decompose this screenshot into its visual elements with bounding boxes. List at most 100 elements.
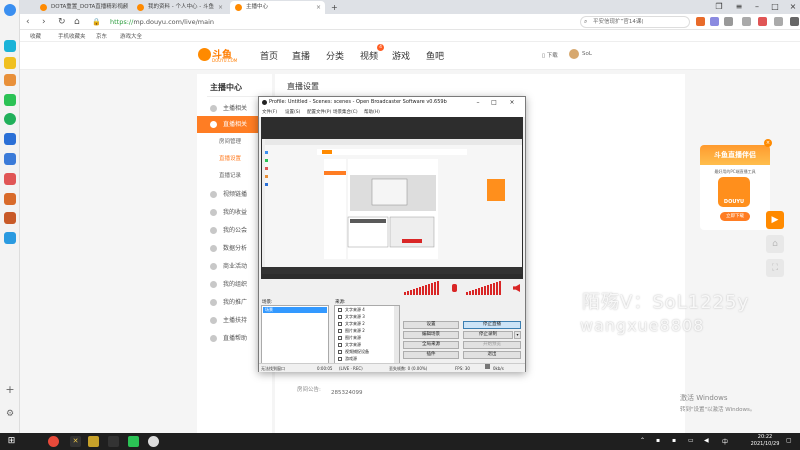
- dock-app-icon[interactable]: [4, 232, 16, 244]
- close-icon[interactable]: ×: [764, 139, 772, 147]
- username[interactable]: SoL: [582, 51, 592, 57]
- taskbar-app-icon[interactable]: [48, 436, 59, 447]
- nav-game[interactable]: 游戏: [392, 49, 410, 62]
- home-icon[interactable]: ⌂: [766, 235, 784, 253]
- home-icon[interactable]: ⌂: [74, 16, 80, 28]
- edit-scene-button[interactable]: 编辑场景: [403, 331, 459, 339]
- toolbar-ext-icon[interactable]: [758, 17, 767, 26]
- close-icon[interactable]: ×: [316, 1, 321, 14]
- play-icon[interactable]: ▶: [766, 211, 784, 229]
- nav-video[interactable]: 视频: [360, 49, 378, 62]
- checkbox[interactable]: [338, 336, 342, 340]
- browser-logo-icon[interactable]: [4, 4, 16, 16]
- chevron-down-icon[interactable]: ▾: [514, 331, 521, 339]
- taskbar-app-icon[interactable]: [108, 436, 119, 447]
- forward-icon[interactable]: ›: [42, 16, 46, 28]
- promo-card[interactable]: 斗鱼直播伴侣 最好用的PC端直播工具 DOUYU 立即下载: [700, 145, 770, 230]
- checkbox[interactable]: [338, 343, 342, 347]
- taskbar-obs-icon[interactable]: [148, 436, 159, 447]
- menu-settings[interactable]: 设置(S): [285, 108, 300, 117]
- windows-start-icon[interactable]: ⊞: [6, 436, 17, 447]
- close-icon[interactable]: ×: [218, 1, 223, 14]
- scrollbar[interactable]: [394, 306, 399, 364]
- dock-app-icon[interactable]: [4, 74, 16, 86]
- global-sources-button[interactable]: 全局来源: [403, 341, 459, 349]
- new-tab-button[interactable]: +: [328, 1, 340, 14]
- checkbox[interactable]: [338, 357, 342, 361]
- back-icon[interactable]: ‹: [26, 16, 30, 28]
- close-window-icon[interactable]: ×: [784, 0, 800, 14]
- tab-dota[interactable]: DOTA重置_DOTA直播精彩视频 ×: [35, 1, 130, 14]
- tray-icon[interactable]: ▪: [672, 437, 676, 444]
- tab-profile[interactable]: 我的资料 - 个人中心 - 斗鱼 ×: [132, 1, 227, 14]
- input-method[interactable]: 中: [722, 437, 728, 446]
- toolbar-ext-icon[interactable]: [710, 17, 719, 26]
- maximize-icon[interactable]: □: [487, 97, 501, 108]
- obs-preview[interactable]: [261, 117, 523, 279]
- dock-app-icon[interactable]: [4, 40, 16, 52]
- volume-icon[interactable]: ◀: [704, 437, 709, 444]
- bookmark-item[interactable]: 收藏: [30, 32, 41, 40]
- toolbar-ext-icon[interactable]: [696, 17, 705, 26]
- obs-titlebar[interactable]: Profile: Untitled - Scenes: scenes - Ope…: [259, 97, 525, 108]
- nav-yuba[interactable]: 鱼吧: [426, 49, 444, 62]
- stop-recording-button[interactable]: 停止录制: [463, 331, 513, 339]
- dock-app-icon[interactable]: [4, 212, 16, 224]
- star-icon[interactable]: [4, 57, 16, 69]
- dock-app-icon[interactable]: [4, 153, 16, 165]
- tray-icon[interactable]: ⌃: [640, 437, 645, 444]
- taskbar-app-icon[interactable]: [88, 436, 99, 447]
- checkbox[interactable]: [338, 329, 342, 333]
- menu-profile[interactable]: 配置文件(P): [307, 108, 331, 117]
- restore-icon[interactable]: ❐: [710, 0, 728, 14]
- source-item[interactable]: 文字来源 2: [337, 321, 365, 327]
- scene-item[interactable]: 场景: [263, 307, 327, 313]
- checkbox[interactable]: [338, 322, 342, 326]
- toolbar-menu-icon[interactable]: [790, 17, 799, 26]
- plugins-button[interactable]: 插件: [403, 351, 459, 359]
- nav-category[interactable]: 分类: [326, 49, 344, 62]
- menu-help[interactable]: 帮助(H): [364, 108, 380, 117]
- menu-icon[interactable]: ≡: [730, 0, 748, 14]
- refresh-icon[interactable]: ↻: [58, 16, 66, 28]
- source-item[interactable]: 文字来源 3: [337, 314, 365, 320]
- checkbox[interactable]: [338, 315, 342, 319]
- network-icon[interactable]: ▭: [688, 437, 694, 444]
- settings-icon[interactable]: ⚙: [4, 408, 16, 420]
- bookmark-item[interactable]: 京东: [96, 32, 107, 40]
- download-link[interactable]: ▯ 下载: [542, 51, 558, 59]
- obs-settings-button[interactable]: 设置: [403, 321, 459, 329]
- close-icon[interactable]: ×: [505, 97, 519, 108]
- close-icon[interactable]: ×: [121, 1, 126, 14]
- toolbar-ext-icon[interactable]: [742, 17, 751, 26]
- source-item[interactable]: 图片来源 2: [337, 328, 365, 334]
- taskbar-app-icon[interactable]: [128, 436, 139, 447]
- whatsapp-icon[interactable]: [4, 113, 16, 125]
- dock-app-icon[interactable]: [4, 94, 16, 106]
- source-item[interactable]: 文字来源 4: [337, 307, 365, 313]
- obs-window[interactable]: Profile: Untitled - Scenes: scenes - Ope…: [258, 96, 526, 372]
- expand-icon[interactable]: ⛶: [766, 259, 784, 277]
- url-field[interactable]: https://mp.douyu.com/live/main: [110, 16, 570, 28]
- checkbox[interactable]: [338, 308, 342, 312]
- exit-button[interactable]: 退出: [463, 351, 521, 359]
- taskbar-clock[interactable]: 20:22 2021/10/29: [745, 434, 785, 448]
- menu-scene-collection[interactable]: 场景集合(C): [333, 108, 358, 117]
- menu-file[interactable]: 文件(F): [262, 108, 277, 117]
- source-item[interactable]: 视频捕捉设备: [337, 349, 369, 355]
- tray-icon[interactable]: ▪: [656, 437, 660, 444]
- toolbar-ext-icon[interactable]: [774, 17, 783, 26]
- notification-icon[interactable]: ▢: [786, 437, 792, 444]
- nav-live[interactable]: 直播: [292, 49, 310, 62]
- promo-download-button[interactable]: 立即下载: [720, 212, 750, 221]
- bookmark-item[interactable]: 游戏大全: [120, 32, 142, 40]
- tab-anchor-center[interactable]: 主播中心 ×: [230, 1, 325, 14]
- minimize-icon[interactable]: –: [471, 97, 485, 108]
- search-input[interactable]: ⌕ 平安信现扩”官14课(: [580, 16, 690, 28]
- toolbar-ext-icon[interactable]: [724, 17, 733, 26]
- checkbox[interactable]: [338, 350, 342, 354]
- minimize-icon[interactable]: –: [748, 0, 766, 14]
- microphone-icon[interactable]: [452, 284, 457, 292]
- source-item[interactable]: 文字来源: [337, 342, 361, 348]
- douyu-logo[interactable]: 斗鱼 DOUYU.COM: [198, 46, 238, 66]
